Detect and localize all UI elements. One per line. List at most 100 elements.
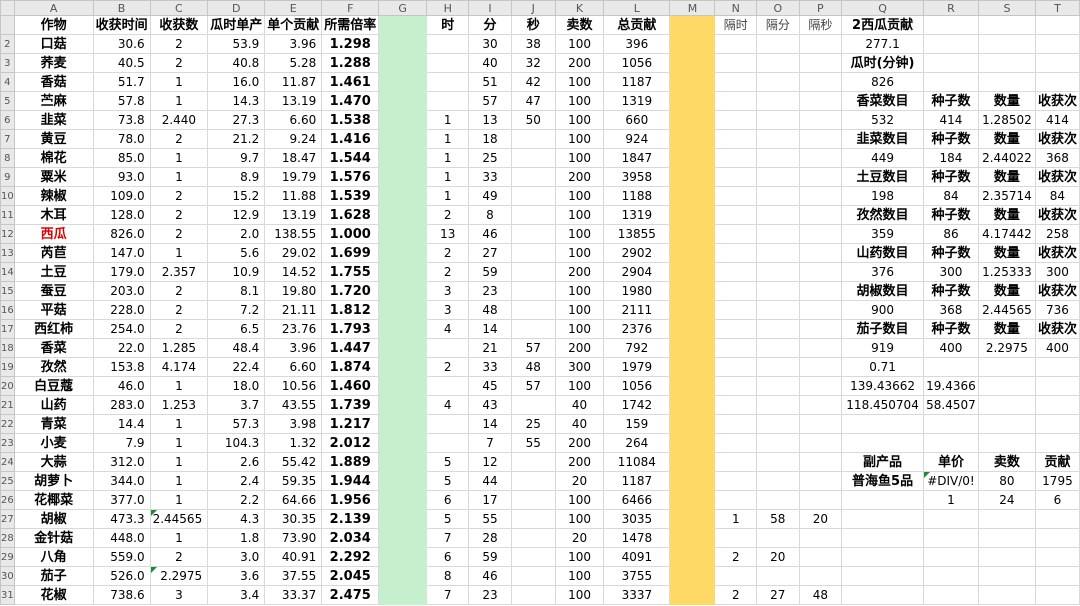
interval-second-cell[interactable] — [798, 338, 843, 358]
second-cell[interactable]: 57 — [510, 338, 556, 358]
hour-cell[interactable] — [426, 53, 470, 73]
hour-cell[interactable]: 6 — [426, 490, 470, 510]
unit-contribution-cell[interactable]: 3.96 — [264, 34, 323, 54]
separator-cell-yellow[interactable] — [669, 566, 716, 586]
hour-cell[interactable]: 13 — [426, 224, 470, 244]
melon-yield-cell[interactable]: 1.8 — [207, 528, 266, 548]
second-cell[interactable] — [510, 509, 556, 529]
harvest-time-cell[interactable]: 51.7 — [92, 72, 151, 92]
t-cell[interactable] — [1034, 395, 1080, 415]
hour-cell[interactable]: 3 — [426, 300, 470, 320]
header-cell[interactable] — [1034, 15, 1080, 35]
melon-yield-cell[interactable]: 57.3 — [207, 414, 266, 434]
crop-name-cell[interactable]: 粟米 — [13, 167, 94, 187]
s-cell[interactable] — [977, 547, 1036, 567]
minute-cell[interactable]: 48 — [468, 300, 512, 320]
sell-count-cell[interactable]: 200 — [554, 53, 605, 73]
second-cell[interactable] — [510, 395, 556, 415]
separator-cell-yellow[interactable] — [669, 34, 716, 54]
s-cell[interactable]: 数量 — [977, 319, 1036, 339]
column-header-r[interactable]: R — [922, 0, 979, 16]
interval-second-cell[interactable]: 20 — [798, 509, 843, 529]
row-number[interactable]: 4 — [0, 72, 15, 92]
q-cell[interactable]: 土豆数目 — [841, 167, 924, 187]
r-cell[interactable]: 400 — [922, 338, 979, 358]
harvest-count-cell[interactable]: 2.357 — [149, 262, 209, 282]
harvest-time-cell[interactable]: 30.6 — [92, 34, 151, 54]
total-contribution-cell[interactable]: 660 — [603, 110, 671, 130]
sell-count-cell[interactable]: 100 — [554, 148, 605, 168]
s-cell[interactable]: 80 — [977, 471, 1036, 491]
total-contribution-cell[interactable]: 1056 — [603, 376, 671, 396]
header-cell[interactable]: 收获数 — [149, 15, 209, 35]
row-number[interactable]: 3 — [0, 53, 15, 73]
melon-yield-cell[interactable]: 3.4 — [207, 585, 266, 605]
harvest-time-cell[interactable]: 40.5 — [92, 53, 151, 73]
column-header-i[interactable]: I — [468, 0, 512, 16]
header-cell[interactable] — [922, 15, 979, 35]
melon-yield-cell[interactable]: 10.9 — [207, 262, 266, 282]
hour-cell[interactable]: 1 — [426, 167, 470, 187]
required-multiplier-cell[interactable]: 1.699 — [321, 243, 380, 263]
hour-cell[interactable]: 1 — [426, 148, 470, 168]
separator-cell-green[interactable] — [378, 34, 428, 54]
sell-count-cell[interactable]: 100 — [554, 243, 605, 263]
t-cell[interactable] — [1034, 414, 1080, 434]
t-cell[interactable]: 300 — [1034, 262, 1080, 282]
q-cell[interactable] — [841, 509, 924, 529]
total-contribution-cell[interactable]: 11084 — [603, 452, 671, 472]
s-cell[interactable]: 卖数 — [977, 452, 1036, 472]
minute-cell[interactable]: 14 — [468, 319, 512, 339]
row-number[interactable]: 5 — [0, 91, 15, 111]
interval-hour-cell[interactable] — [714, 53, 758, 73]
melon-yield-cell[interactable]: 16.0 — [207, 72, 266, 92]
required-multiplier-cell[interactable]: 1.538 — [321, 110, 380, 130]
second-cell[interactable]: 25 — [510, 414, 556, 434]
sell-count-cell[interactable]: 100 — [554, 110, 605, 130]
total-contribution-cell[interactable]: 2902 — [603, 243, 671, 263]
s-cell[interactable]: 24 — [977, 490, 1036, 510]
sell-count-cell[interactable]: 300 — [554, 357, 605, 377]
column-header-s[interactable]: S — [977, 0, 1036, 16]
unit-contribution-cell[interactable]: 3.98 — [264, 414, 323, 434]
unit-contribution-cell[interactable]: 40.91 — [264, 547, 323, 567]
total-contribution-cell[interactable]: 1319 — [603, 205, 671, 225]
crop-name-cell[interactable]: 山药 — [13, 395, 94, 415]
separator-cell-green[interactable] — [378, 110, 428, 130]
r-cell[interactable]: 86 — [922, 224, 979, 244]
harvest-count-cell[interactable]: 1 — [149, 243, 209, 263]
sell-count-cell[interactable]: 200 — [554, 262, 605, 282]
harvest-time-cell[interactable]: 57.8 — [92, 91, 151, 111]
interval-minute-cell[interactable] — [756, 91, 800, 111]
second-cell[interactable]: 57 — [510, 376, 556, 396]
t-cell[interactable] — [1034, 433, 1080, 453]
q-cell[interactable]: 139.43662 — [841, 376, 924, 396]
s-cell[interactable] — [977, 509, 1036, 529]
minute-cell[interactable]: 59 — [468, 547, 512, 567]
q-cell[interactable]: 826 — [841, 72, 924, 92]
hour-cell[interactable] — [426, 414, 470, 434]
separator-cell-yellow[interactable] — [669, 186, 716, 206]
hour-cell[interactable] — [426, 338, 470, 358]
separator-cell-yellow[interactable] — [669, 547, 716, 567]
interval-hour-cell[interactable] — [714, 528, 758, 548]
unit-contribution-cell[interactable]: 13.19 — [264, 205, 323, 225]
harvest-time-cell[interactable]: 93.0 — [92, 167, 151, 187]
column-header-n[interactable]: N — [714, 0, 758, 16]
q-cell[interactable]: 532 — [841, 110, 924, 130]
t-cell[interactable] — [1034, 53, 1080, 73]
row-number[interactable]: 25 — [0, 471, 15, 491]
sell-count-cell[interactable]: 100 — [554, 566, 605, 586]
minute-cell[interactable]: 44 — [468, 471, 512, 491]
required-multiplier-cell[interactable]: 1.739 — [321, 395, 380, 415]
harvest-count-cell[interactable]: 2.440 — [149, 110, 209, 130]
total-contribution-cell[interactable]: 13855 — [603, 224, 671, 244]
minute-cell[interactable]: 13 — [468, 110, 512, 130]
harvest-time-cell[interactable]: 254.0 — [92, 319, 151, 339]
row-number[interactable]: 16 — [0, 300, 15, 320]
second-cell[interactable] — [510, 585, 556, 605]
separator-cell-green[interactable] — [378, 414, 428, 434]
separator-cell-green[interactable] — [378, 53, 428, 73]
interval-hour-cell[interactable] — [714, 91, 758, 111]
total-contribution-cell[interactable]: 1979 — [603, 357, 671, 377]
